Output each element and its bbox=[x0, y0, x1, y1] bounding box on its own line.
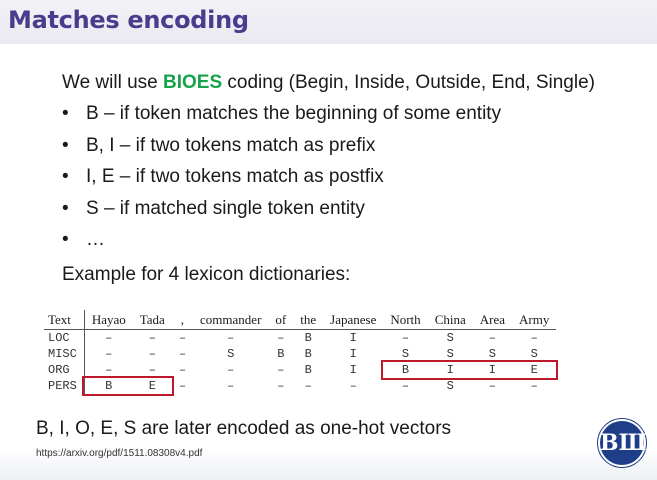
table-cell: – bbox=[277, 363, 285, 377]
table-cell: – bbox=[488, 331, 496, 345]
bullet-item: B – if token matches the beginning of so… bbox=[62, 103, 501, 135]
table-cell: – bbox=[227, 379, 235, 393]
table-cell: I bbox=[349, 347, 357, 361]
source-url: https://arxiv.org/pdf/1511.08308v4.pdf bbox=[36, 448, 203, 459]
logo-text: ВШ bbox=[600, 430, 647, 456]
intro-pre: We will use bbox=[62, 72, 164, 93]
table-cell: S bbox=[446, 331, 454, 345]
table-header-cell: the bbox=[293, 310, 324, 330]
bullet-item: S – if matched single token entity bbox=[62, 198, 501, 230]
table-cell: – bbox=[148, 347, 156, 361]
table-header-cell: of bbox=[268, 310, 294, 330]
row-label: ORG bbox=[44, 362, 85, 378]
table-header-cell: Area bbox=[472, 310, 513, 330]
bullet-item: I, E – if two tokens match as postfix bbox=[62, 166, 501, 198]
table-cell: – bbox=[178, 347, 187, 361]
row-label: LOC bbox=[44, 329, 85, 346]
intro-line: We will use BIOES coding (Begin, Inside,… bbox=[62, 72, 595, 94]
table-cell: – bbox=[178, 379, 187, 393]
table-header-cell: Hayao bbox=[84, 310, 133, 330]
table-cell: – bbox=[227, 331, 235, 345]
table-cell: – bbox=[277, 331, 285, 345]
bullet-item: B, I – if two tokens match as prefix bbox=[62, 135, 501, 167]
table-cell: – bbox=[105, 347, 113, 361]
table-cell: I bbox=[349, 363, 357, 377]
table-header-cell: North bbox=[383, 310, 428, 330]
table-cell: – bbox=[401, 331, 410, 345]
intro-post: coding (Begin, Inside, Outside, End, Sin… bbox=[222, 72, 595, 93]
table-cell: – bbox=[304, 379, 312, 393]
pers-highlight-box bbox=[82, 376, 174, 396]
org-highlight-box bbox=[381, 360, 559, 380]
table-cell: B bbox=[277, 347, 285, 361]
hse-logo: ВШ bbox=[600, 421, 647, 465]
intro-highlight: BIOES bbox=[163, 72, 223, 93]
table-cell: – bbox=[488, 379, 496, 393]
table-row: LOC – – – – – B I – S – – bbox=[44, 329, 556, 346]
table-cell: B bbox=[304, 331, 312, 345]
table-cell: – bbox=[178, 363, 187, 377]
slide-title: Matches encoding bbox=[8, 6, 249, 34]
table-header-cell: Text bbox=[44, 310, 85, 330]
table-header-cell: China bbox=[427, 310, 473, 330]
bullet-list: B – if token matches the beginning of so… bbox=[62, 103, 501, 261]
table-cell: B bbox=[304, 363, 312, 377]
table-cell: – bbox=[401, 379, 410, 393]
table-cell: – bbox=[105, 331, 113, 345]
table-cell: – bbox=[178, 331, 187, 345]
table-cell: I bbox=[349, 331, 357, 345]
table-header-cell: commander bbox=[193, 310, 269, 330]
table-cell: – bbox=[530, 379, 538, 393]
table-cell: – bbox=[148, 331, 156, 345]
table-header-row: Text Hayao Tada, commander of the Japanese Nort… bbox=[44, 310, 557, 330]
table-cell: – bbox=[349, 379, 357, 393]
table-cell: B bbox=[304, 347, 312, 361]
table-cell: – bbox=[530, 331, 538, 345]
table-header-cell: Army bbox=[512, 310, 557, 330]
row-label: MISC bbox=[44, 346, 85, 362]
bottom-note: B, I, O, E, S are later encoded as one-h… bbox=[36, 418, 452, 439]
bullet-item: … bbox=[62, 229, 501, 261]
lexicon-table-wrap: Text Hayao Tada, commander of the Japanese Nort… bbox=[44, 310, 559, 396]
table-header-cell: Tada bbox=[132, 310, 172, 330]
table-cell: – bbox=[277, 379, 285, 393]
table-cell: S bbox=[227, 347, 235, 361]
table-header-cell: Japanese bbox=[323, 310, 384, 330]
example-label: Example for 4 lexicon dictionaries: bbox=[62, 264, 351, 285]
table-cell: S bbox=[446, 379, 454, 393]
table-cell: – bbox=[227, 363, 235, 377]
row-label: PERS bbox=[44, 378, 85, 394]
table-header-cell: , bbox=[171, 310, 194, 330]
